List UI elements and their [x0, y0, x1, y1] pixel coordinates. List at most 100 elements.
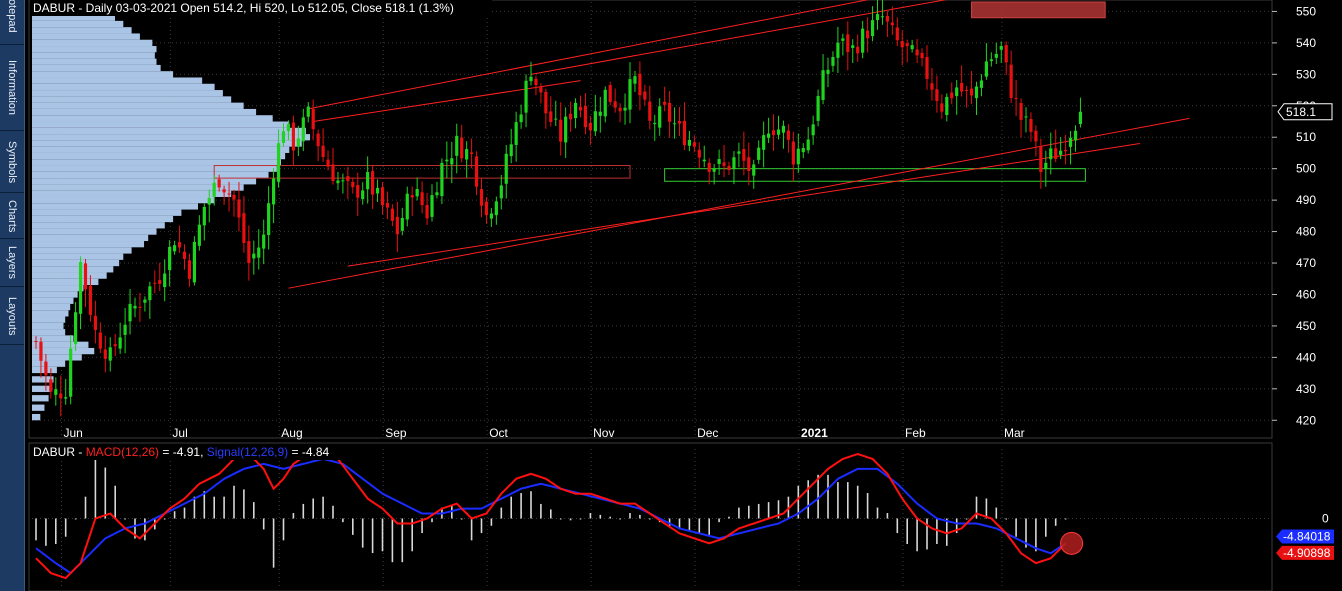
month-label: 2021: [801, 426, 828, 440]
candle-up-body: [806, 139, 810, 151]
candle-down-body: [544, 91, 548, 114]
candle-down-body: [371, 171, 375, 195]
price-tick-label: 450: [1296, 319, 1316, 333]
volume-profile-bar: [32, 297, 74, 304]
candle-up-body: [861, 28, 865, 53]
candle-down-body: [895, 27, 899, 41]
month-label: Nov: [593, 426, 614, 440]
candle-up-body: [826, 69, 830, 74]
price-tick-label: 550: [1296, 4, 1316, 18]
candle-up-body: [494, 201, 498, 216]
candle-down-body: [960, 82, 964, 92]
candle-up-body: [336, 180, 340, 184]
candle-up-body: [202, 206, 206, 226]
candle-up-body: [984, 61, 988, 77]
candle-down-body: [648, 101, 652, 121]
volume-profile-bar: [32, 134, 311, 141]
candle-down-body: [1009, 64, 1013, 99]
candle-down-body: [920, 52, 924, 59]
candle-up-body: [455, 135, 459, 156]
candle-up-body: [989, 59, 993, 62]
candle-up-body: [366, 172, 370, 190]
macd-header-macd-value: = -4.91,: [159, 445, 207, 459]
candle-down-body: [578, 106, 583, 111]
volume-profile-bar: [32, 102, 244, 109]
candle-up-body: [489, 213, 493, 219]
candle-down-body: [925, 57, 929, 79]
candle-up-body: [192, 241, 196, 283]
candle-down-body: [692, 142, 696, 147]
candle-up-body: [267, 203, 271, 236]
candle-down-body: [49, 379, 53, 392]
candle-up-body: [276, 143, 281, 182]
price-tick-label: 460: [1296, 287, 1316, 301]
price-tick-label: 530: [1296, 67, 1316, 81]
macd-header-signal-value: = -4.84: [288, 445, 329, 459]
volume-profile-bar: [32, 46, 157, 53]
candle-up-body: [499, 185, 503, 199]
month-label: Sep: [385, 426, 407, 440]
volume-profile-bar: [32, 395, 49, 402]
volume-profile-bar: [32, 222, 165, 229]
candle-down-body: [707, 162, 711, 172]
candle-down-body: [395, 216, 399, 235]
candle-up-body: [554, 118, 558, 120]
price-tick-label: 490: [1296, 193, 1316, 207]
candle-down-body: [59, 393, 63, 399]
candle-up-body: [1024, 116, 1028, 118]
candle-up-body: [143, 299, 147, 303]
chart-canvas[interactable]: 4204304404504604704804905005105205305405…: [0, 0, 1342, 591]
candle-down-body: [771, 130, 776, 136]
candle-up-body: [875, 14, 880, 21]
candle-down-body: [316, 133, 320, 147]
candle-down-body: [182, 251, 187, 259]
candle-up-body: [301, 117, 305, 142]
volume-profile-bar: [32, 140, 302, 147]
candle-down-body: [237, 199, 241, 218]
candle-up-body: [955, 87, 959, 97]
volume-profile-bar: [32, 39, 153, 47]
candle-down-body: [1004, 45, 1008, 63]
candle-down-body: [425, 204, 429, 219]
volume-profile-bar: [32, 152, 286, 160]
candle-up-body: [801, 148, 805, 153]
volume-profile-bar: [32, 159, 281, 166]
candle-down-body: [380, 187, 385, 206]
candle-down-body: [786, 130, 790, 140]
volume-profile-bar: [32, 316, 66, 323]
candle-down-body: [187, 260, 192, 279]
candle-up-body: [504, 153, 508, 184]
candle-down-body: [479, 189, 484, 206]
candle-down-body: [242, 213, 246, 243]
candle-down-body: [727, 165, 731, 171]
volume-profile-bar: [32, 190, 232, 197]
candle-up-body: [529, 76, 533, 82]
volume-profile-bar: [32, 203, 198, 210]
candle-up-body: [78, 261, 83, 314]
price-header: DABUR - Daily 03-03-2021 Open 514.2, Hi …: [33, 1, 454, 15]
month-label: Aug: [281, 426, 302, 440]
month-label: Oct: [489, 426, 508, 440]
candle-up-body: [672, 123, 677, 125]
candle-up-body: [767, 133, 771, 138]
candle-down-body: [846, 34, 850, 53]
candle-up-body: [1068, 137, 1073, 147]
candle-up-body: [123, 324, 127, 335]
candle-down-body: [534, 78, 538, 85]
candle-down-body: [247, 241, 251, 264]
candle-down-body: [44, 361, 48, 376]
candle-down-body: [1029, 119, 1033, 132]
candle-up-body: [375, 187, 380, 194]
candle-up-body: [465, 149, 469, 160]
candle-down-body: [890, 22, 894, 26]
candle-down-body: [969, 88, 974, 96]
price-tick-label: 440: [1296, 350, 1316, 364]
month-label: Jul: [172, 426, 187, 440]
candle-up-body: [405, 193, 409, 220]
candle-down-body: [885, 15, 889, 22]
price-tick-label: 470: [1296, 256, 1316, 270]
month-label: Jun: [64, 426, 83, 440]
candle-down-body: [356, 185, 360, 198]
candle-up-body: [796, 148, 800, 165]
price-tick-label: 500: [1296, 162, 1316, 176]
